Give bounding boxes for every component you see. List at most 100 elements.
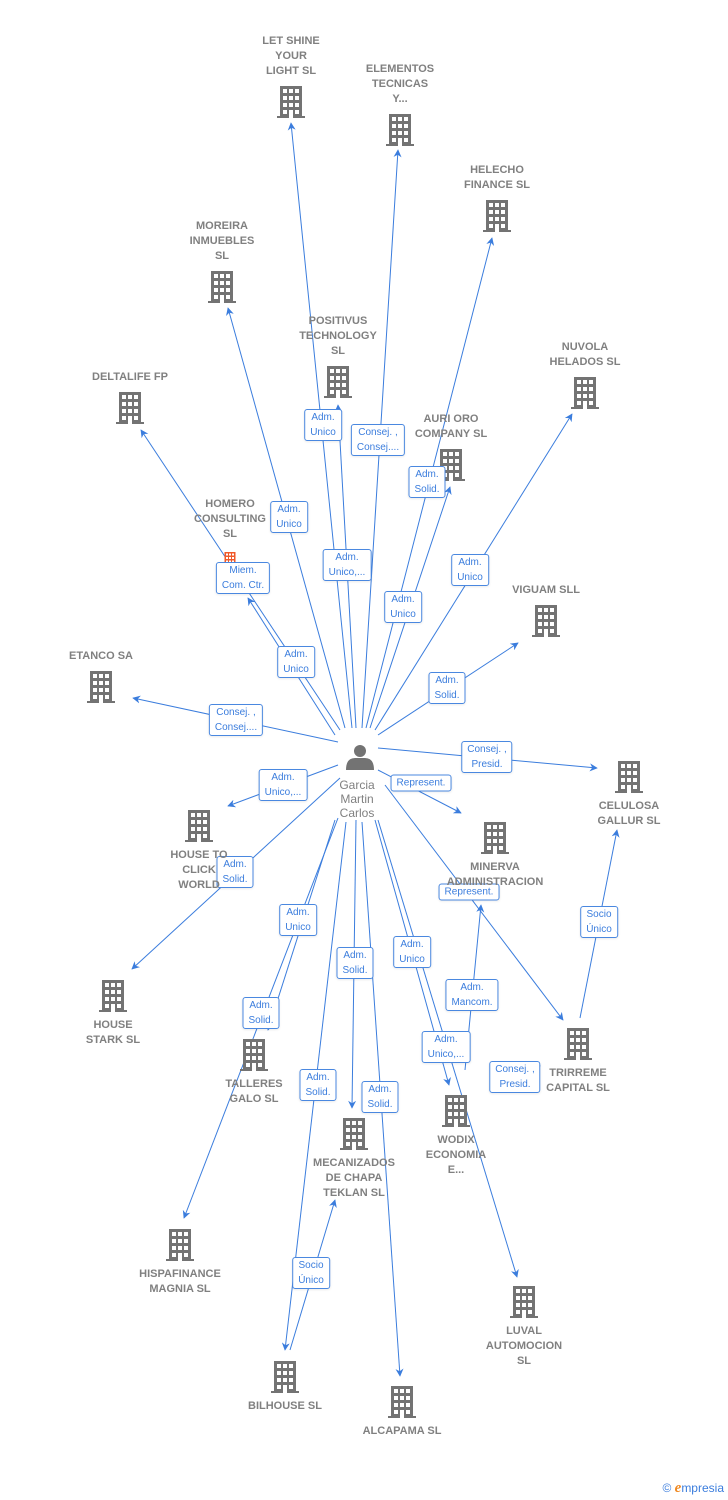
company-name-line: LUVAL (506, 1325, 542, 1337)
building-icon[interactable] (271, 1361, 299, 1393)
company-label-helecho[interactable]: HELECHO FINANCE SL (464, 163, 530, 193)
company-label-positivus[interactable]: POSITIVUS TECHNOLOGY SL (299, 314, 377, 359)
edge-role-label[interactable]: Adm. Mancom. (445, 979, 499, 1011)
edge-role-label[interactable]: Consej. , Consej.... (350, 424, 406, 456)
company-label-homero[interactable]: HOMERO CONSULTING SL (194, 497, 266, 542)
edge-role-label[interactable]: Adm. Solid. (242, 997, 280, 1029)
building-icon[interactable] (116, 392, 144, 424)
company-label-nuvola[interactable]: NUVOLA HELADOS SL (550, 340, 621, 370)
edge-role-label[interactable]: Socio Único (292, 1257, 330, 1289)
company-label-mecanizados[interactable]: MECANIZADOS DE CHAPA TEKLAN SL (313, 1156, 395, 1201)
company-label-housestark[interactable]: HOUSE STARK SL (86, 1018, 140, 1048)
company-name-line: CLICK (182, 864, 216, 876)
edge-role-label[interactable]: Adm. Solid. (408, 466, 446, 498)
role-text: Unico (283, 664, 309, 675)
edge-role-label[interactable]: Adm. Unico (384, 591, 422, 623)
building-icon[interactable] (388, 1386, 416, 1418)
role-text: Consej. , (216, 707, 256, 718)
edge-role-label[interactable]: Adm. Solid. (299, 1069, 337, 1101)
footer-brand[interactable]: © empresia (662, 1480, 724, 1497)
building-icon[interactable] (564, 1028, 592, 1060)
company-label-celulosa[interactable]: CELULOSA GALLUR SL (598, 799, 661, 829)
company-label-bilhouse[interactable]: BILHOUSE SL (248, 1399, 322, 1414)
person-icon[interactable] (346, 745, 374, 770)
edge-role-label[interactable]: Adm. Unico (393, 936, 431, 968)
company-name-line: WORLD (178, 879, 220, 891)
edge-role-label[interactable]: Adm. Unico,... (322, 549, 372, 581)
role-text: Adm. (458, 557, 482, 568)
building-icon[interactable] (442, 1095, 470, 1127)
building-icon[interactable] (532, 605, 560, 637)
company-name-line: MAGNIA SL (149, 1283, 211, 1295)
edge-role-label[interactable]: Adm. Solid. (361, 1081, 399, 1113)
role-text: Unico (310, 427, 336, 438)
edge-role-label[interactable]: Adm. Unico (277, 646, 315, 678)
role-text: Miem. (229, 565, 257, 576)
role-text: Unico,... (328, 567, 366, 578)
edge-role-label[interactable]: Adm. Unico (279, 904, 317, 936)
company-label-housetoclick[interactable]: HOUSE TO CLICK WORLD (170, 848, 227, 893)
company-label-talleres[interactable]: TALLERES GALO SL (225, 1077, 282, 1107)
building-icon[interactable] (615, 761, 643, 793)
building-icon[interactable] (340, 1118, 368, 1150)
brand-name: mpresia (681, 1481, 724, 1495)
role-text: Solid. (248, 1015, 274, 1026)
company-label-alcapama[interactable]: ALCAPAMA SL (363, 1424, 442, 1439)
building-icon[interactable] (185, 810, 213, 842)
building-icon[interactable] (483, 200, 511, 232)
edge-role-label[interactable]: Adm. Unico (451, 554, 489, 586)
building-icon[interactable] (99, 980, 127, 1012)
edge-role-label[interactable]: Consej. , Consej.... (208, 704, 264, 736)
role-text: Adm. (415, 469, 439, 480)
building-icon[interactable] (166, 1229, 194, 1261)
edge-role-label[interactable]: Consej. , Presid. (489, 1061, 541, 1093)
center-person-label[interactable]: Garcia Martin Carlos (339, 778, 374, 820)
edge-role-label[interactable]: Consej. , Presid. (461, 741, 513, 773)
role-text: Solid. (342, 965, 368, 976)
building-icon[interactable] (240, 1039, 268, 1071)
role-text: Solid. (434, 690, 460, 701)
company-name-line: ELEMENTOS (365, 63, 435, 75)
company-label-hispafinance[interactable]: HISPAFINANCE MAGNIA SL (139, 1267, 221, 1297)
company-label-viguam[interactable]: VIGUAM SLL (512, 583, 580, 598)
company-label-etanco[interactable]: ETANCO SA (69, 649, 133, 664)
edge-role-label[interactable]: Adm. Unico,... (421, 1031, 471, 1063)
building-icon[interactable] (571, 377, 599, 409)
edge-role-label[interactable]: Adm. Solid. (336, 947, 374, 979)
edge-role-label[interactable]: Adm. Solid. (428, 672, 466, 704)
building-icon[interactable] (481, 822, 509, 854)
company-label-luval[interactable]: LUVAL AUTOMOCION SL (486, 1324, 562, 1369)
company-name-line: WODIX (437, 1134, 475, 1146)
company-label-minerva[interactable]: MINERVA ADMINISTRACION (447, 860, 544, 890)
role-text: Socio (586, 909, 612, 920)
edge-role-label[interactable]: Adm. Unico (304, 409, 342, 441)
company-label-moreira[interactable]: MOREIRA INMUEBLES SL (190, 219, 255, 264)
company-label-wodix[interactable]: WODIX ECONOMIA E... (426, 1133, 487, 1178)
company-name-line: GALO SL (229, 1093, 279, 1105)
building-icon[interactable] (386, 114, 414, 146)
building-icon[interactable] (208, 271, 236, 303)
company-name-line: HISPAFINANCE (139, 1268, 221, 1280)
edge-role-label[interactable]: Adm. Unico (270, 501, 308, 533)
company-label-deltalife[interactable]: DELTALIFE FP (92, 370, 168, 385)
company-label-elementos[interactable]: ELEMENTOS TECNICAS Y... (366, 62, 434, 107)
role-text: Solid. (367, 1099, 393, 1110)
role-text: Consej. , (467, 744, 507, 755)
edge-role-label[interactable]: Miem. Com. Ctr. (215, 562, 271, 594)
company-label-trirreme[interactable]: TRIRREME CAPITAL SL (546, 1066, 610, 1096)
company-label-letshine[interactable]: LET SHINE YOUR LIGHT SL (262, 34, 319, 79)
copyright-symbol: © (662, 1481, 672, 1495)
edge-role-label[interactable]: Socio Único (580, 906, 618, 938)
building-icon[interactable] (510, 1286, 538, 1318)
building-icon[interactable] (87, 671, 115, 703)
role-text: Presid. (499, 1079, 531, 1090)
role-text: Adm. (249, 1000, 273, 1011)
edge-role-label[interactable]: Represent. (390, 774, 452, 792)
role-text: Unico (390, 609, 416, 620)
building-icon[interactable] (324, 366, 352, 398)
company-name-line: TALLERES (225, 1078, 283, 1090)
company-label-aurioro[interactable]: AURI ORO COMPANY SL (415, 412, 487, 442)
building-icon[interactable] (277, 86, 305, 118)
role-text: Adm. (391, 594, 415, 605)
edge-role-label[interactable]: Adm. Unico,... (258, 769, 308, 801)
